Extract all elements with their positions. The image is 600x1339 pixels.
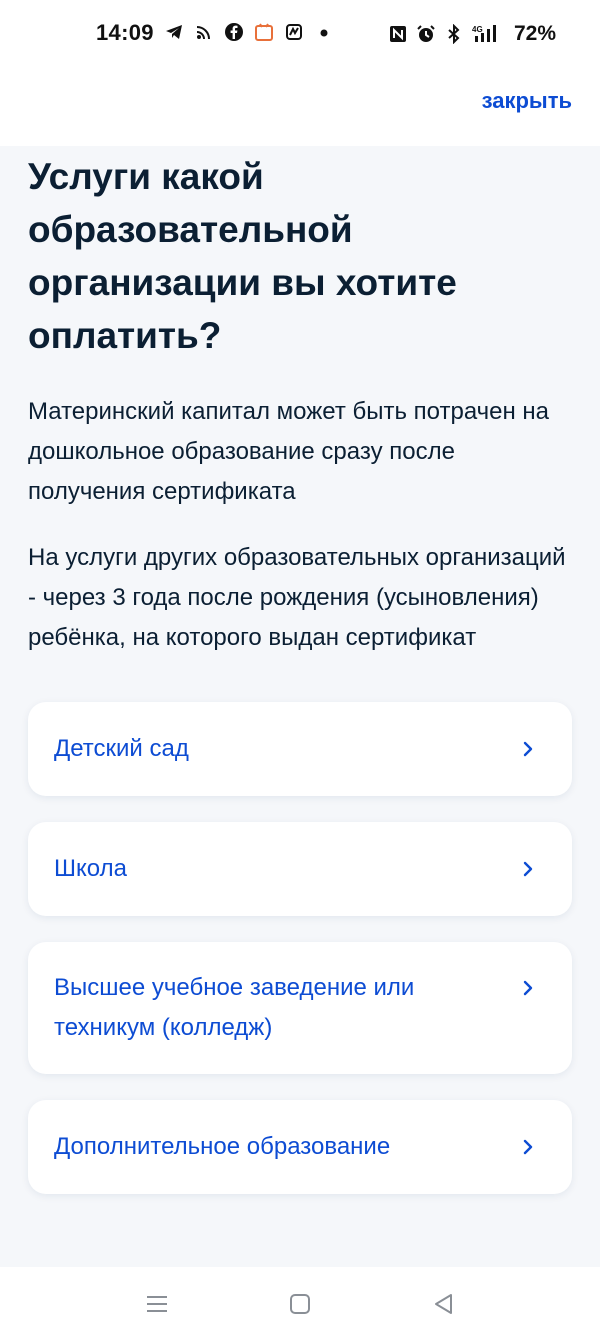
facebook-icon (225, 23, 243, 41)
calendar-icon (255, 23, 273, 41)
signal-4g-icon: 4G (472, 25, 496, 42)
option-school[interactable]: Школа (28, 822, 572, 916)
status-bar: 14:09 4G 72% (0, 0, 600, 70)
svg-text:4G: 4G (472, 25, 483, 34)
dot-icon (320, 29, 328, 37)
page-title: Услуги какой образовательной организации… (28, 156, 457, 356)
option-additional-education[interactable]: Дополнительное образование (28, 1100, 572, 1194)
alarm-icon (417, 25, 435, 42)
options-list: Детский сад Школа Высшее учебное заведен… (28, 702, 572, 1194)
telegram-icon (166, 25, 182, 39)
status-time: 14:09 (96, 20, 154, 45)
chevron-right-icon (523, 1139, 533, 1155)
chevron-right-icon (523, 980, 533, 996)
app-icon (286, 24, 302, 40)
back-icon[interactable] (431, 1291, 457, 1317)
cast-icon (196, 26, 210, 40)
option-label: Школа (54, 855, 127, 882)
nfc-icon (389, 26, 406, 42)
description-text: Материнский капитал может быть потрачен … (28, 398, 550, 505)
option-higher-education[interactable]: Высшее учебное заведение или техникум (к… (28, 942, 572, 1074)
option-label: Детский сад (54, 735, 189, 762)
home-icon[interactable] (287, 1291, 313, 1317)
status-left-icons (164, 22, 334, 42)
description-text-secondary: На услуги других образовательных организ… (28, 544, 566, 651)
status-right-icons: 4G 72% (388, 22, 556, 46)
option-label: Дополнительное образование (54, 1133, 391, 1160)
option-kindergarten[interactable]: Детский сад (28, 702, 572, 796)
battery-level: 72% (513, 22, 556, 45)
close-button[interactable]: закрыть (482, 88, 572, 114)
main-content: Услуги какой образовательной организации… (0, 146, 600, 1194)
chevron-right-icon (523, 741, 533, 757)
menu-icon[interactable] (144, 1291, 170, 1317)
chevron-right-icon (523, 861, 533, 877)
top-bar: закрыть (0, 70, 600, 146)
system-nav-bar (0, 1267, 600, 1339)
option-label: Высшее учебное заведение или техникум (к… (54, 974, 415, 1041)
bluetooth-icon (448, 24, 460, 44)
